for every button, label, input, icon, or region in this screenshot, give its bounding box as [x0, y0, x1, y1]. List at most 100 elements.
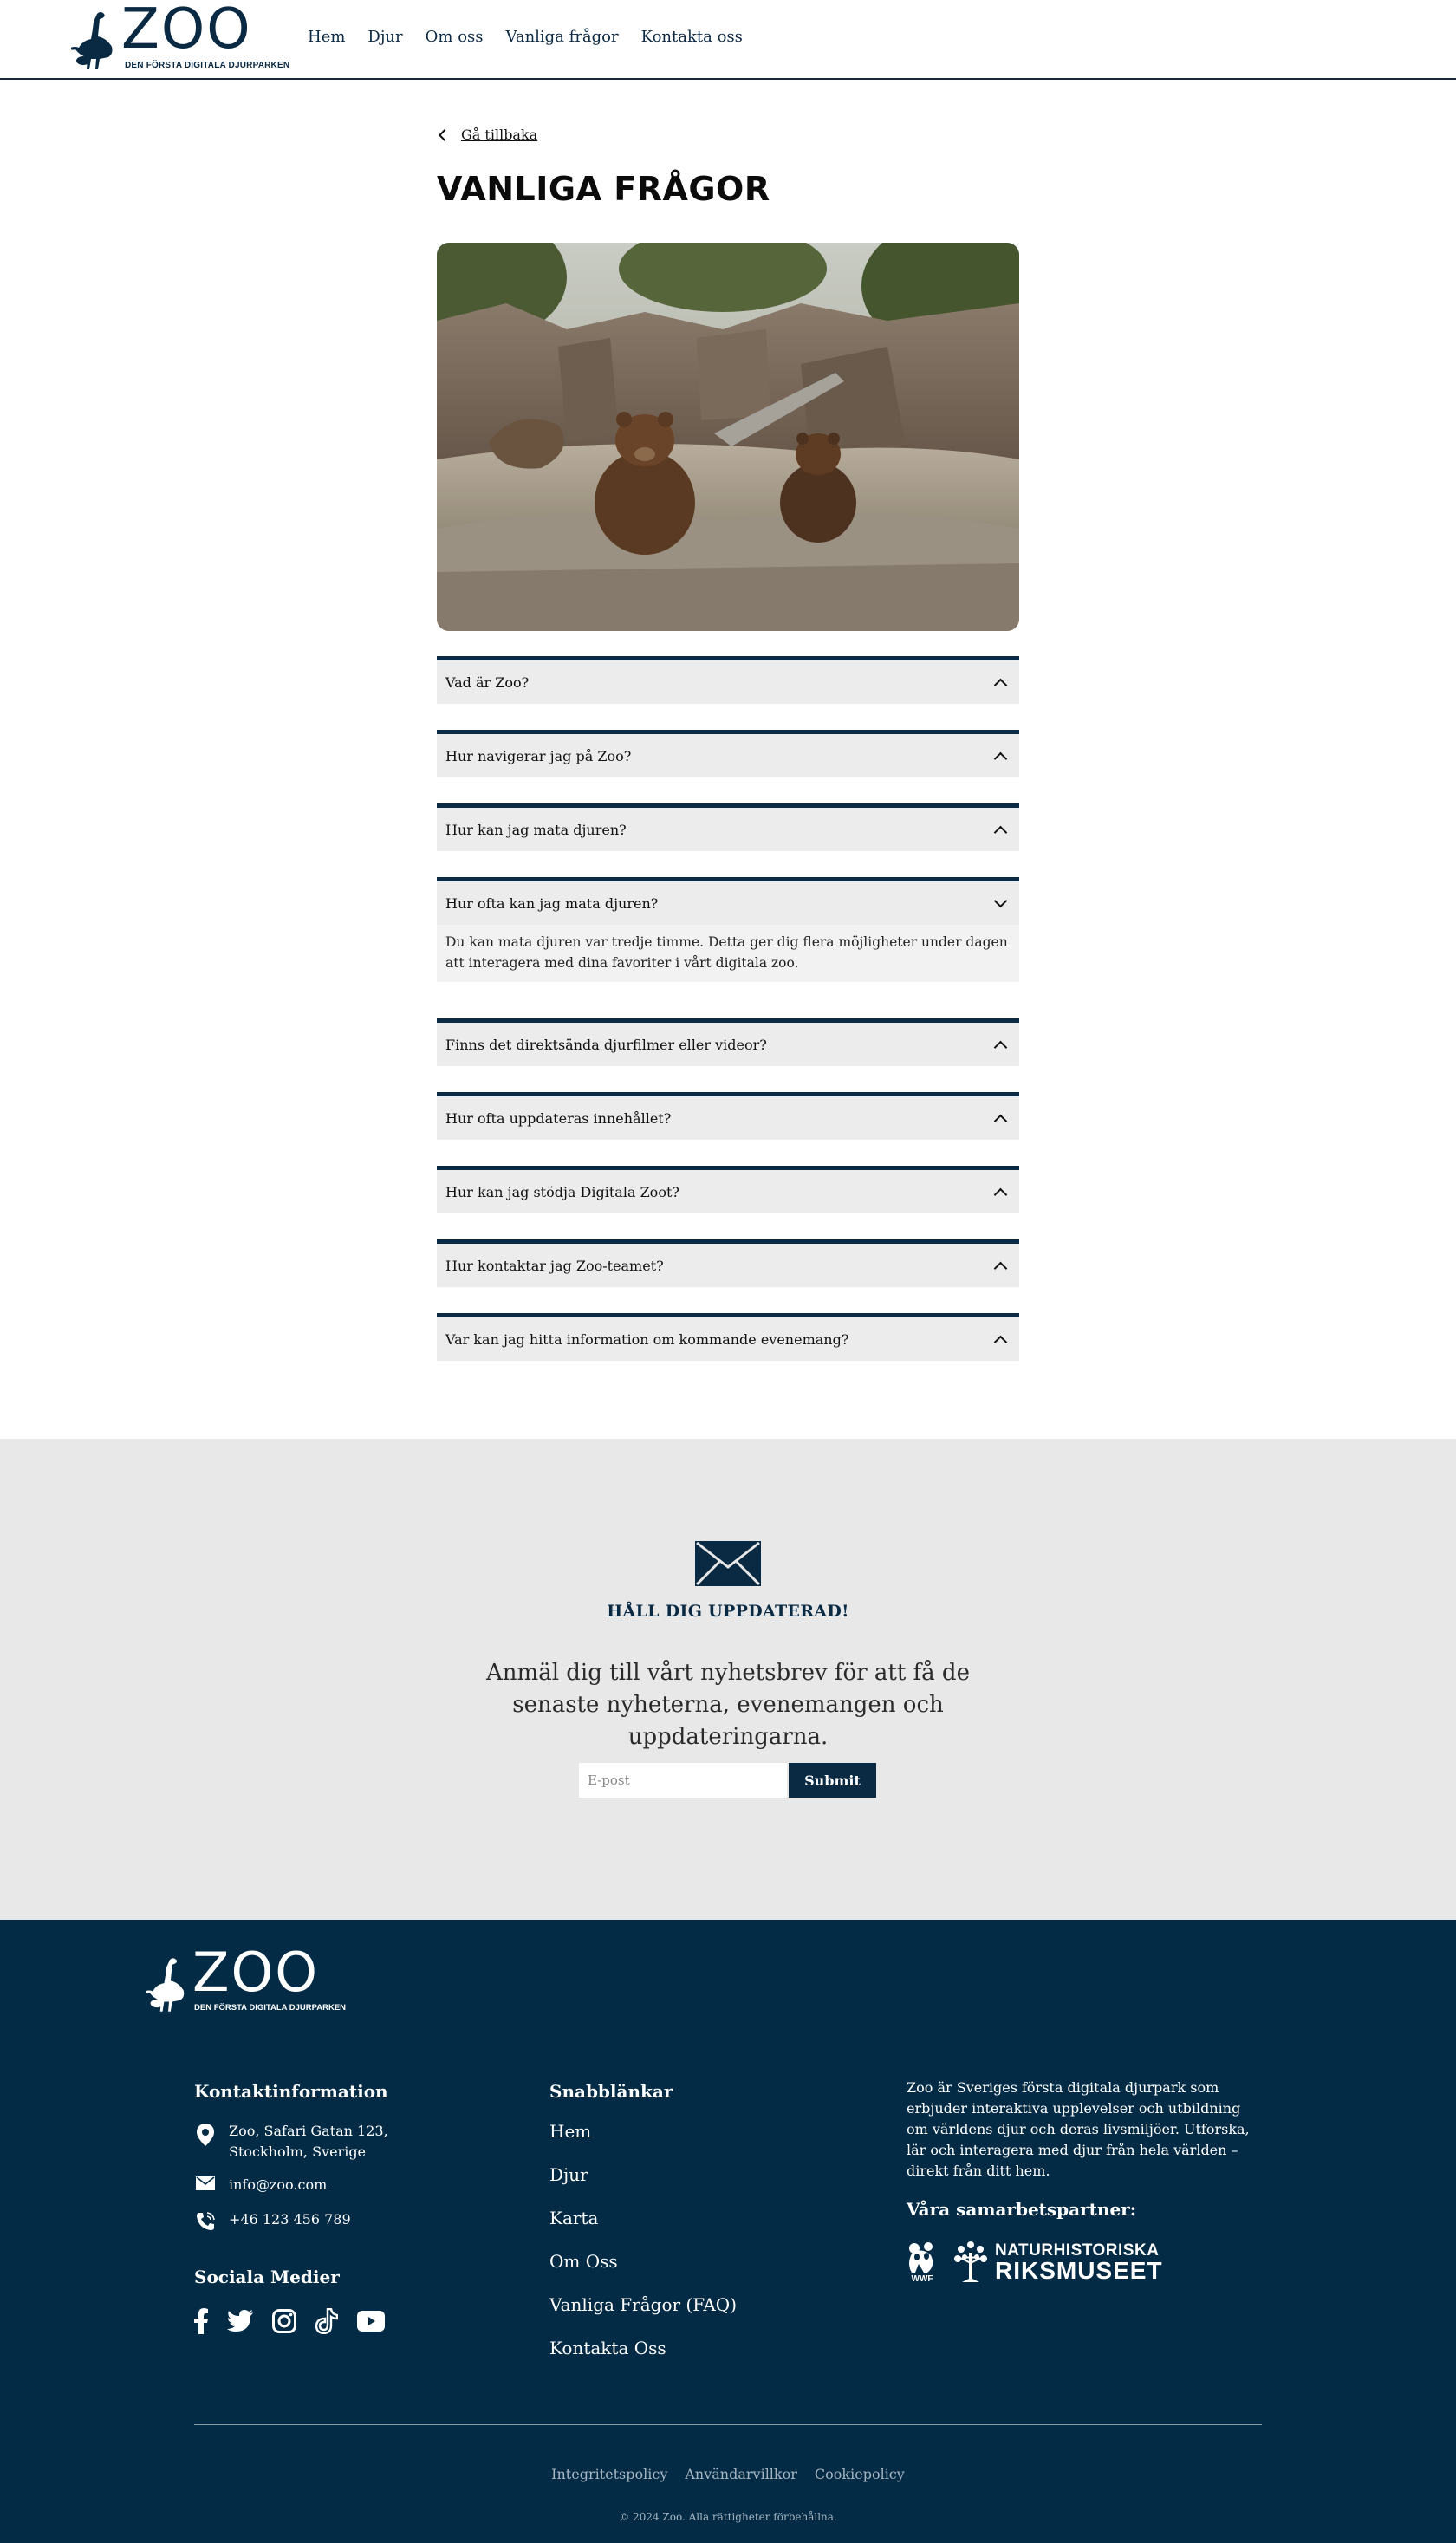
- chevron-up-icon: [993, 1040, 1008, 1054]
- chevron-up-icon: [993, 1335, 1008, 1349]
- hero-image-bears: [437, 243, 1019, 631]
- contact-phone[interactable]: +46 123 456 789: [194, 2209, 351, 2232]
- tree-icon: [954, 2241, 987, 2282]
- footer-logo-tagline: DEN FÖRSTA DIGITALA DJURPARKEN: [194, 2003, 347, 2013]
- quick-link-home[interactable]: Hem: [549, 2119, 737, 2163]
- footer-logo-wordmark: ZOO: [192, 1941, 320, 2004]
- faq-question-toggle[interactable]: Hur kan jag stödja Digitala Zoot?: [437, 1170, 1019, 1213]
- contact-address: Zoo, Safari Gatan 123, Stockholm, Sverig…: [194, 2121, 388, 2163]
- youtube-icon[interactable]: [357, 2311, 385, 2332]
- email-input[interactable]: [579, 1763, 787, 1798]
- ostrich-icon: [71, 12, 113, 69]
- location-pin-icon: [194, 2121, 217, 2147]
- wwf-logo[interactable]: WWF: [907, 2241, 938, 2284]
- zoo-logo[interactable]: ZOO DEN FÖRSTA DIGITALA DJURPARKEN: [71, 2, 289, 75]
- newsletter-title: HÅLL DIG UPPDATERAD!: [607, 1602, 849, 1621]
- faq-question-toggle[interactable]: Hur kontaktar jag Zoo-teamet?: [437, 1244, 1019, 1287]
- faq-question-toggle[interactable]: Var kan jag hitta information om kommand…: [437, 1317, 1019, 1361]
- wwf-text: WWF: [911, 2273, 933, 2284]
- quick-link-faq[interactable]: Vanliga Frågor (FAQ): [549, 2293, 737, 2336]
- chevron-up-icon: [993, 1187, 1008, 1201]
- email-text: info@zoo.com: [229, 2176, 328, 2193]
- faq-item: Hur kan jag stödja Digitala Zoot?: [437, 1166, 1019, 1213]
- chevron-up-icon: [993, 678, 1008, 692]
- faq-item: Hur navigerar jag på Zoo?: [437, 730, 1019, 777]
- nhm-line2: RIKSMUSEET: [995, 2257, 1163, 2284]
- faq-question-text: Var kan jag hitta information om kommand…: [445, 1330, 849, 1348]
- faq-answer: Du kan mata djuren var tredje timme. Det…: [437, 925, 1019, 982]
- cookie-policy-link[interactable]: Cookiepolicy: [815, 2466, 905, 2482]
- chevron-left-icon: [438, 128, 452, 141]
- quick-link-about[interactable]: Om Oss: [549, 2249, 737, 2293]
- social-heading: Sociala Medier: [194, 2267, 340, 2287]
- faq-question-toggle[interactable]: Vad är Zoo?: [437, 660, 1019, 704]
- nav-home[interactable]: Hem: [308, 28, 345, 46]
- about-text: Zoo är Sveriges första digitala djurpark…: [907, 2079, 1250, 2179]
- faq-question-text: Hur kontaktar jag Zoo-teamet?: [445, 1257, 664, 1274]
- quick-links: Hem Djur Karta Om Oss Vanliga Frågor (FA…: [549, 2119, 737, 2379]
- nav-contact[interactable]: Kontakta oss: [641, 28, 743, 46]
- newsletter-section: HÅLL DIG UPPDATERAD! Anmäl dig till vårt…: [0, 1439, 1456, 1920]
- social-links: [194, 2308, 385, 2334]
- partner-logos: WWF NATURHISTORISKA RIKSMUSEET: [907, 2241, 1163, 2284]
- nav-faq[interactable]: Vanliga frågor: [506, 28, 619, 46]
- back-label: Gå tillbaka: [461, 127, 538, 143]
- faq-question-text: Hur kan jag mata djuren?: [445, 821, 627, 838]
- faq-question-toggle[interactable]: Hur ofta uppdateras innehållet?: [437, 1096, 1019, 1140]
- chevron-up-icon: [993, 825, 1008, 839]
- mail-icon: [194, 2175, 217, 2190]
- logo-wordmark: ZOO: [121, 0, 252, 62]
- faq-question-toggle[interactable]: Finns det direktsända djurfilmer eller v…: [437, 1023, 1019, 1066]
- faq-question-text: Vad är Zoo?: [445, 673, 530, 691]
- page-title: VANLIGA FRÅGOR: [437, 170, 770, 208]
- quick-link-animals[interactable]: Djur: [549, 2163, 737, 2206]
- copyright: © 2024 Zoo. Alla rättigheter förbehållna…: [619, 2511, 837, 2523]
- faq-question-toggle[interactable]: Hur navigerar jag på Zoo?: [437, 734, 1019, 777]
- back-link[interactable]: Gå tillbaka: [437, 127, 537, 143]
- faq-question-toggle[interactable]: Hur ofta kan jag mata djuren?: [437, 881, 1019, 925]
- nav-about[interactable]: Om oss: [426, 28, 484, 46]
- facebook-icon[interactable]: [194, 2308, 208, 2334]
- panda-icon: [909, 2241, 933, 2273]
- faq-item: Hur kan jag mata djuren?: [437, 803, 1019, 851]
- site-header: ZOO DEN FÖRSTA DIGITALA DJURPARKEN Hem D…: [0, 0, 1456, 80]
- faq-question-toggle[interactable]: Hur kan jag mata djuren?: [437, 808, 1019, 851]
- faq-item: Finns det direktsända djurfilmer eller v…: [437, 1018, 1019, 1066]
- phone-text: +46 123 456 789: [229, 2211, 351, 2228]
- tiktok-icon[interactable]: [315, 2308, 338, 2334]
- faq-question-text: Hur ofta kan jag mata djuren?: [445, 894, 659, 912]
- chevron-up-icon: [993, 1114, 1008, 1128]
- phone-icon: [194, 2209, 217, 2232]
- nhm-logo[interactable]: NATURHISTORISKA RIKSMUSEET: [953, 2241, 1163, 2284]
- faq-item: Hur ofta kan jag mata djuren? Du kan mata…: [437, 877, 1019, 982]
- faq-item: Hur ofta uppdateras innehållet?: [437, 1092, 1019, 1140]
- footer-logo[interactable]: ZOO DEN FÖRSTA DIGITALA DJURPARKEN: [146, 1946, 346, 2020]
- contact-heading: Kontaktinformation: [194, 2081, 388, 2102]
- terms-link[interactable]: Användarvillkor: [685, 2466, 797, 2482]
- faq-question-text: Hur navigerar jag på Zoo?: [445, 747, 632, 764]
- faq-item: Hur kontaktar jag Zoo-teamet?: [437, 1239, 1019, 1287]
- submit-button[interactable]: Submit: [789, 1763, 876, 1798]
- chevron-up-icon: [993, 751, 1008, 765]
- legal-links: Integritetspolicy Användarvillkor Cookie…: [0, 2466, 1456, 2482]
- twitter-icon[interactable]: [227, 2310, 253, 2332]
- faq-question-text: Hur ofta uppdateras innehållet?: [445, 1109, 672, 1127]
- main-nav: Hem Djur Om oss Vanliga frågor Kontakta …: [308, 28, 743, 46]
- instagram-icon[interactable]: [272, 2309, 296, 2333]
- quick-link-map[interactable]: Karta: [549, 2206, 737, 2249]
- partners-heading: Våra samarbetspartner:: [907, 2199, 1137, 2220]
- privacy-policy-link[interactable]: Integritetspolicy: [551, 2466, 667, 2482]
- nav-animals[interactable]: Djur: [367, 28, 402, 46]
- quick-link-contact[interactable]: Kontakta Oss: [549, 2336, 737, 2379]
- chevron-up-icon: [993, 1261, 1008, 1275]
- envelope-icon: [695, 1541, 761, 1586]
- chevron-down-icon: [993, 894, 1008, 907]
- contact-email[interactable]: info@zoo.com: [194, 2175, 327, 2195]
- faq-question-text: Finns det direktsända djurfilmer eller v…: [445, 1036, 767, 1053]
- address-line2: Stockholm, Sverige: [229, 2143, 367, 2160]
- faq-question-text: Hur kan jag stödja Digitala Zoot?: [445, 1183, 679, 1200]
- newsletter-text: Anmäl dig till vårt nyhetsbrev för att f…: [486, 1660, 970, 1750]
- logo-tagline: DEN FÖRSTA DIGITALA DJURPARKEN: [125, 61, 290, 70]
- faq-item: Vad är Zoo?: [437, 656, 1019, 704]
- footer-divider: [194, 2424, 1262, 2425]
